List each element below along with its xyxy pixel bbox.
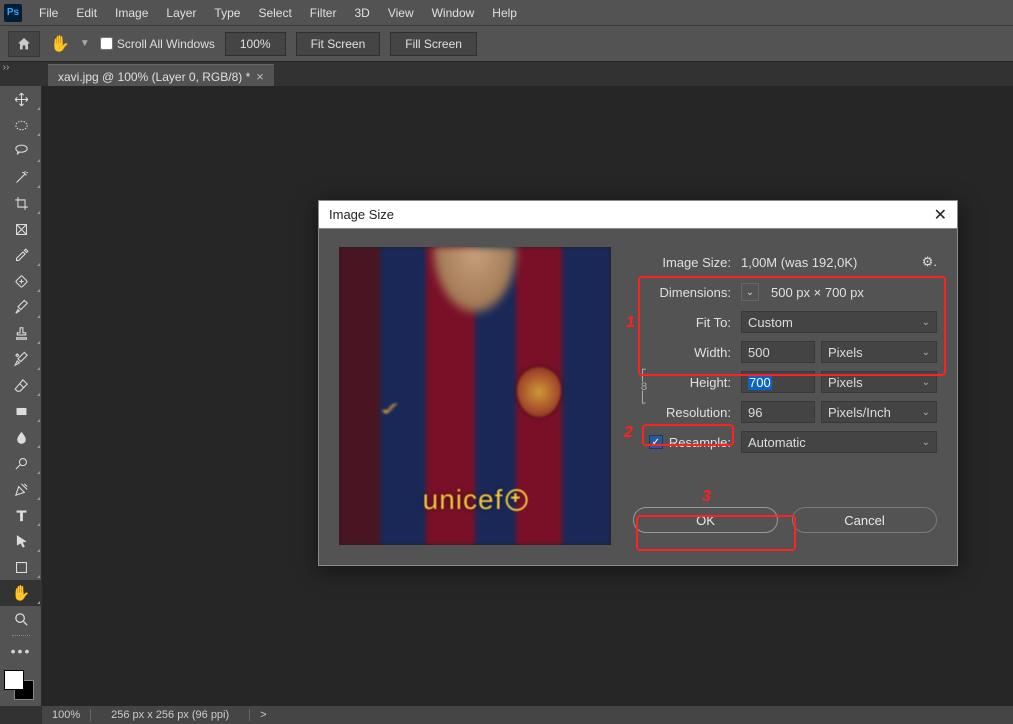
scroll-all-label: Scroll All Windows bbox=[117, 37, 215, 51]
annotation-2: 2 bbox=[624, 424, 633, 442]
menu-edit[interactable]: Edit bbox=[67, 6, 106, 20]
home-button[interactable] bbox=[8, 31, 40, 57]
options-bar: ✋ ▼ Scroll All Windows 100% Fit Screen F… bbox=[0, 26, 1013, 62]
image-size-value: 1,00M (was 192,0K) bbox=[741, 255, 922, 270]
fit-to-label: Fit To: bbox=[633, 315, 741, 330]
menu-window[interactable]: Window bbox=[423, 6, 484, 20]
resample-label: Resample: bbox=[669, 435, 731, 450]
hand-tool-icon: ✋ bbox=[50, 34, 70, 54]
resample-checkbox[interactable]: ✓ bbox=[649, 435, 663, 449]
marquee-tool[interactable] bbox=[0, 112, 42, 138]
resolution-unit-dropdown[interactable]: Pixels/Inch⌄ bbox=[821, 401, 937, 423]
dialog-title: Image Size bbox=[329, 207, 394, 222]
dodge-tool[interactable] bbox=[0, 450, 42, 476]
menu-select[interactable]: Select bbox=[249, 6, 300, 20]
document-tab-label: xavi.jpg @ 100% (Layer 0, RGB/8) * bbox=[58, 70, 250, 84]
path-select-tool[interactable] bbox=[0, 528, 42, 554]
scroll-all-checkbox[interactable]: Scroll All Windows bbox=[100, 37, 215, 51]
menu-image[interactable]: Image bbox=[106, 6, 157, 20]
shape-tool[interactable] bbox=[0, 554, 42, 580]
constrain-link-icon[interactable]: ⎡8⎣ bbox=[641, 371, 647, 404]
annotation-1: 1 bbox=[626, 314, 635, 332]
width-label: Width: bbox=[633, 345, 741, 360]
chevron-down-icon: ⌄ bbox=[922, 317, 930, 328]
move-tool[interactable] bbox=[0, 86, 42, 112]
image-size-dialog: Image Size ✕ ✓ unicef Image Size: 1,00M … bbox=[318, 200, 958, 566]
close-icon[interactable]: × bbox=[256, 69, 264, 84]
status-bar: 100% 256 px x 256 px (96 ppi) > bbox=[42, 706, 1013, 724]
chevron-down-icon[interactable]: ⌄ bbox=[741, 283, 759, 301]
tools-panel: ✋ ••• bbox=[0, 86, 42, 706]
resolution-label: Resolution: bbox=[633, 405, 741, 420]
zoom-tool[interactable] bbox=[0, 606, 42, 632]
document-tab[interactable]: xavi.jpg @ 100% (Layer 0, RGB/8) * × bbox=[48, 64, 274, 88]
brush-tool[interactable] bbox=[0, 294, 42, 320]
status-doc-info: 256 px x 256 px (96 ppi) bbox=[91, 709, 250, 721]
image-size-label: Image Size: bbox=[633, 255, 741, 270]
status-zoom[interactable]: 100% bbox=[42, 709, 91, 721]
color-swatches[interactable] bbox=[0, 668, 42, 706]
eraser-tool[interactable] bbox=[0, 372, 42, 398]
frame-tool[interactable] bbox=[0, 216, 42, 242]
swoosh-icon: ✓ bbox=[377, 398, 404, 420]
history-brush-tool[interactable] bbox=[0, 346, 42, 372]
menu-file[interactable]: File bbox=[30, 6, 67, 20]
height-unit-dropdown[interactable]: Pixels⌄ bbox=[821, 371, 937, 393]
menu-type[interactable]: Type bbox=[205, 6, 249, 20]
menu-3d[interactable]: 3D bbox=[345, 6, 378, 20]
pen-tool[interactable] bbox=[0, 476, 42, 502]
blur-tool[interactable] bbox=[0, 424, 42, 450]
chevron-down-icon: ⌄ bbox=[922, 437, 930, 448]
gradient-tool[interactable] bbox=[0, 398, 42, 424]
sponsor-text: unicef bbox=[423, 484, 528, 517]
crop-tool[interactable] bbox=[0, 190, 42, 216]
gear-icon[interactable]: ⚙. bbox=[922, 254, 937, 270]
lasso-tool[interactable] bbox=[0, 138, 42, 164]
stamp-tool[interactable] bbox=[0, 320, 42, 346]
menu-layer[interactable]: Layer bbox=[157, 6, 205, 20]
close-icon[interactable]: ✕ bbox=[934, 205, 947, 225]
edit-toolbar-icon[interactable]: ••• bbox=[0, 638, 42, 664]
width-field[interactable]: 500 bbox=[741, 341, 815, 363]
app-logo: Ps bbox=[4, 4, 22, 22]
menu-bar: Ps File Edit Image Layer Type Select Fil… bbox=[0, 0, 1013, 26]
zoom-level[interactable]: 100% bbox=[225, 32, 286, 56]
healing-tool[interactable] bbox=[0, 268, 42, 294]
wand-tool[interactable] bbox=[0, 164, 42, 190]
fit-to-dropdown[interactable]: Custom⌄ bbox=[741, 311, 937, 333]
chevron-down-icon: ⌄ bbox=[922, 377, 930, 388]
chevron-down-icon: ⌄ bbox=[922, 347, 930, 358]
chevron-down-icon: ⌄ bbox=[922, 407, 930, 418]
menu-view[interactable]: View bbox=[379, 6, 423, 20]
annotation-3: 3 bbox=[702, 488, 711, 506]
type-tool[interactable] bbox=[0, 502, 42, 528]
menu-filter[interactable]: Filter bbox=[301, 6, 346, 20]
menu-help[interactable]: Help bbox=[483, 6, 526, 20]
width-unit-dropdown[interactable]: Pixels⌄ bbox=[821, 341, 937, 363]
cancel-button[interactable]: Cancel bbox=[792, 507, 937, 533]
dialog-titlebar[interactable]: Image Size ✕ bbox=[319, 201, 957, 229]
dimensions-value: 500 px × 700 px bbox=[771, 285, 864, 300]
height-field[interactable]: 700 bbox=[741, 371, 815, 393]
image-preview: ✓ unicef bbox=[339, 247, 611, 545]
resolution-field[interactable]: 96 bbox=[741, 401, 815, 423]
height-label: Height: bbox=[633, 375, 741, 390]
foreground-color[interactable] bbox=[4, 670, 24, 690]
fill-screen-button[interactable]: Fill Screen bbox=[390, 32, 477, 56]
hand-tool[interactable]: ✋ bbox=[0, 580, 42, 606]
dimensions-label: Dimensions: bbox=[633, 285, 741, 300]
status-arrow-icon[interactable]: > bbox=[250, 709, 276, 721]
resample-dropdown[interactable]: Automatic⌄ bbox=[741, 431, 937, 453]
chevron-down-icon[interactable]: ▼ bbox=[80, 38, 90, 49]
ok-button[interactable]: OK bbox=[633, 507, 778, 533]
eyedropper-tool[interactable] bbox=[0, 242, 42, 268]
panel-expand-icon[interactable]: ›› bbox=[0, 58, 12, 76]
fit-screen-button[interactable]: Fit Screen bbox=[296, 32, 381, 56]
image-size-form: Image Size: 1,00M (was 192,0K) ⚙. Dimens… bbox=[633, 247, 937, 545]
